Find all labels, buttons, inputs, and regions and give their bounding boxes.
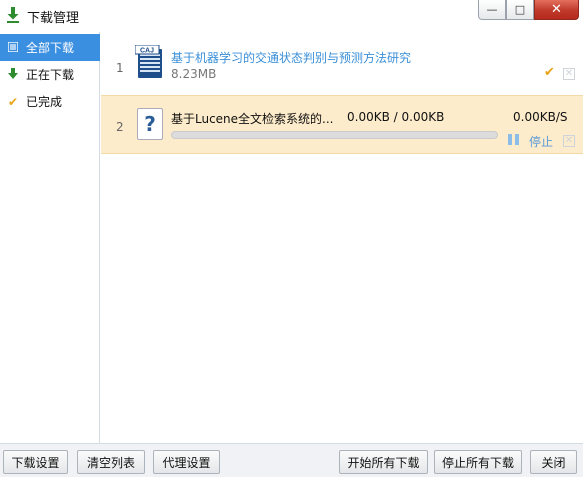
pause-icon[interactable] — [508, 134, 520, 145]
row-index: 2 — [116, 120, 124, 134]
sidebar: 全部下载 正在下载 ✔ 已完成 — [0, 32, 100, 443]
sidebar-item-completed[interactable]: ✔ 已完成 — [0, 88, 100, 115]
file-title-link[interactable]: 基于机器学习的交通状态判别与预测方法研究 — [171, 49, 411, 66]
bottom-toolbar: 下载设置 清空列表 代理设置 开始所有下载 停止所有下载 关闭 — [0, 443, 583, 477]
download-settings-button[interactable]: 下载设置 — [3, 450, 68, 474]
sidebar-item-label: 已完成 — [26, 95, 63, 109]
minimize-button[interactable]: — — [478, 0, 506, 20]
sidebar-item-label: 全部下载 — [26, 41, 75, 55]
stop-button[interactable]: 停止 — [529, 133, 553, 150]
download-list: 1 CAJ 基于机器学习的交通状态判别与预测方法研究 8.23MB ✔ ✕ 2 … — [101, 32, 583, 443]
list-icon — [6, 40, 20, 55]
download-arrow-icon — [6, 67, 20, 82]
proxy-settings-button[interactable]: 代理设置 — [153, 450, 220, 474]
delete-icon[interactable]: ✕ — [563, 135, 575, 147]
sidebar-item-all-downloads[interactable]: 全部下载 — [0, 34, 100, 61]
download-row-active[interactable]: 2 ? 基于Lucene全文检索系统的... 0.00KB / 0.00KB 0… — [101, 95, 583, 154]
unknown-file-icon: ? — [137, 108, 163, 140]
file-title: 基于Lucene全文检索系统的... — [171, 112, 334, 126]
title-bar: 下载管理 — □ ✕ — [0, 0, 583, 32]
download-speed: 0.00KB/S — [513, 110, 568, 124]
stop-all-downloads-button[interactable]: 停止所有下载 — [434, 450, 522, 474]
file-size: 8.23MB — [171, 67, 217, 81]
progress-text: 0.00KB / 0.00KB — [347, 110, 445, 124]
caj-file-icon: CAJ — [135, 45, 162, 78]
delete-icon[interactable]: ✕ — [563, 68, 575, 80]
window-title: 下载管理 — [27, 11, 80, 26]
row-index: 1 — [116, 61, 124, 75]
clear-list-button[interactable]: 清空列表 — [77, 450, 145, 474]
start-all-downloads-button[interactable]: 开始所有下载 — [339, 450, 428, 474]
download-app-icon — [7, 7, 19, 23]
download-row[interactable]: 1 CAJ 基于机器学习的交通状态判别与预测方法研究 8.23MB ✔ ✕ — [101, 37, 583, 93]
checkmark-icon: ✔ — [7, 94, 19, 109]
close-button[interactable]: 关闭 — [530, 450, 577, 474]
file-type-label: CAJ — [140, 48, 154, 55]
maximize-button[interactable]: □ — [506, 0, 534, 20]
sidebar-item-downloading[interactable]: 正在下载 — [0, 61, 100, 88]
completed-check-icon: ✔ — [544, 65, 555, 80]
close-window-button[interactable]: ✕ — [534, 0, 579, 20]
sidebar-item-label: 正在下载 — [26, 68, 75, 82]
progress-bar — [171, 131, 498, 139]
